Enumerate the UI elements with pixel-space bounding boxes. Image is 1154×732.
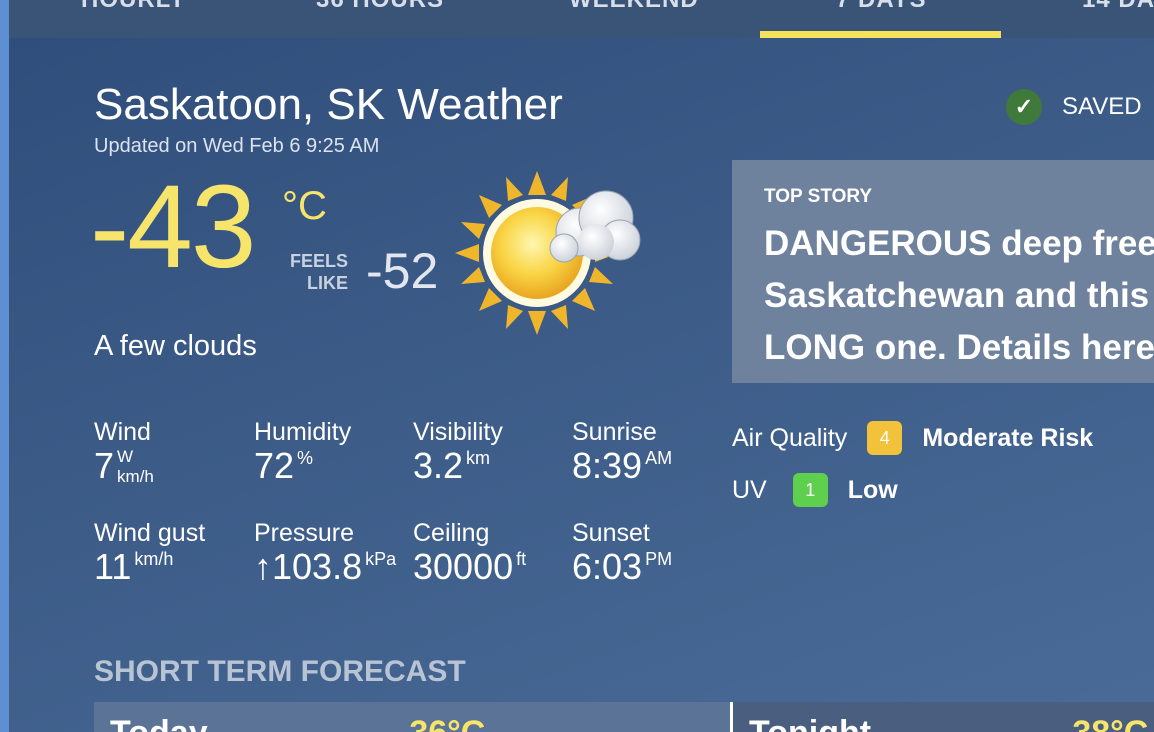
wind-gust-value: 11 km/h (94, 546, 205, 588)
ceiling-number: 30000 (413, 546, 514, 587)
sunset-stat: Sunset 6:03 PM (572, 519, 672, 588)
checkmark-icon: ✓ (1006, 89, 1042, 125)
forecast-card-tonight[interactable]: Tonight -38°C (733, 702, 1154, 732)
pressure-value: ↑103.8 kPa (254, 546, 396, 588)
page-title: Saskatoon, SK Weather (94, 80, 563, 129)
humidity-number: 72 (254, 445, 295, 486)
wind-value: 7 Wkm/h (94, 445, 154, 487)
condition-text: A few clouds (94, 330, 257, 362)
wind-gust-number: 11 (94, 546, 132, 587)
humidity-unit: % (297, 448, 314, 468)
wind-label: Wind (94, 418, 151, 446)
humidity-value: 72% (254, 445, 351, 487)
air-quality-description: Moderate Risk (922, 423, 1094, 452)
ceiling-unit: ft (516, 549, 527, 569)
pressure-label: Pressure (254, 519, 355, 547)
sunrise-time: 8:39 (572, 445, 643, 486)
wind-gust-unit: km/h (134, 549, 174, 569)
air-quality-label: Air Quality (732, 423, 848, 452)
current-temperature: -43 (90, 161, 257, 293)
forecast-card-today[interactable]: Today -36°C (94, 702, 730, 732)
wind-unit: km/h (117, 467, 154, 486)
air-quality-badge: 4 (867, 421, 903, 455)
wind-stat: Wind 7 Wkm/h (94, 418, 154, 487)
forecast-period-temp: -36°C (398, 714, 485, 732)
feels-label-line-1: FEELS (289, 251, 348, 271)
temperature-unit: °C (282, 184, 327, 228)
top-story-headline[interactable]: DANGEROUS deep freeze for Saskatchewan a… (764, 218, 1154, 374)
uv-row[interactable]: UV 1 Low (732, 473, 898, 507)
saved-location-button[interactable]: ✓ SAVED (1006, 89, 1142, 125)
ceiling-stat: Ceiling 30000 ft (413, 519, 526, 588)
active-tab-indicator (760, 31, 1001, 38)
top-story-card[interactable]: TOP STORY DANGEROUS deep freeze for Sask… (732, 160, 1154, 383)
wind-gust-stat: Wind gust 11 km/h (94, 519, 205, 588)
visibility-number: 3.2 (413, 445, 464, 486)
wind-unit-block: Wkm/h (117, 447, 154, 487)
pressure-stat: Pressure ↑103.8 kPa (254, 519, 396, 588)
air-quality-row[interactable]: Air Quality 4 Moderate Risk (732, 421, 1093, 455)
ceiling-value: 30000 ft (413, 546, 526, 588)
visibility-unit: km (466, 448, 491, 468)
sunrise-value: 8:39 AM (572, 445, 672, 487)
pressure-number: ↑103.8 (254, 546, 363, 587)
tab-hourly[interactable]: HOURLY (81, 0, 186, 14)
wind-direction: W (117, 447, 134, 466)
tab-weekend[interactable]: WEEKEND (569, 0, 699, 14)
feels-like-label: FEELS LIKE (270, 250, 348, 294)
left-rail (0, 0, 9, 732)
updated-timestamp: Updated on Wed Feb 6 9:25 AM (94, 135, 380, 157)
tab-7-days[interactable]: 7 DAYS (836, 0, 927, 14)
short-term-forecast-title: SHORT TERM FORECAST (94, 655, 466, 688)
visibility-value: 3.2 km (413, 445, 503, 487)
visibility-stat: Visibility 3.2 km (413, 418, 503, 487)
saved-label: SAVED (1062, 93, 1142, 120)
uv-badge: 1 (792, 473, 828, 507)
sunrise-label: Sunrise (572, 418, 657, 446)
tab-36-hours[interactable]: 36 HOURS (316, 0, 444, 14)
pressure-unit: kPa (365, 549, 397, 569)
humidity-label: Humidity (254, 418, 352, 446)
sunrise-ampm: AM (645, 448, 673, 468)
tab-14-days[interactable]: 14 DAYS (1082, 0, 1154, 14)
humidity-stat: Humidity 72% (254, 418, 351, 487)
uv-label: UV (732, 475, 767, 504)
forecast-period-label: Tonight (749, 714, 871, 732)
sunset-time: 6:03 (572, 546, 643, 587)
sunset-ampm: PM (645, 549, 673, 569)
sun-with-clouds-icon (455, 171, 641, 335)
feels-label-line-2: LIKE (306, 273, 348, 293)
forecast-period-label: Today (110, 714, 208, 732)
top-story-kicker: TOP STORY (764, 186, 873, 207)
feels-like-value: -52 (366, 243, 439, 299)
ceiling-label: Ceiling (413, 519, 490, 547)
sunset-label: Sunset (572, 519, 650, 547)
wind-gust-label: Wind gust (94, 519, 206, 547)
visibility-label: Visibility (413, 418, 503, 446)
wind-speed: 7 (94, 445, 115, 486)
uv-description: Low (847, 475, 898, 504)
sunrise-stat: Sunrise 8:39 AM (572, 418, 672, 487)
forecast-period-temp: -38°C (1061, 714, 1148, 732)
sunset-value: 6:03 PM (572, 546, 672, 588)
